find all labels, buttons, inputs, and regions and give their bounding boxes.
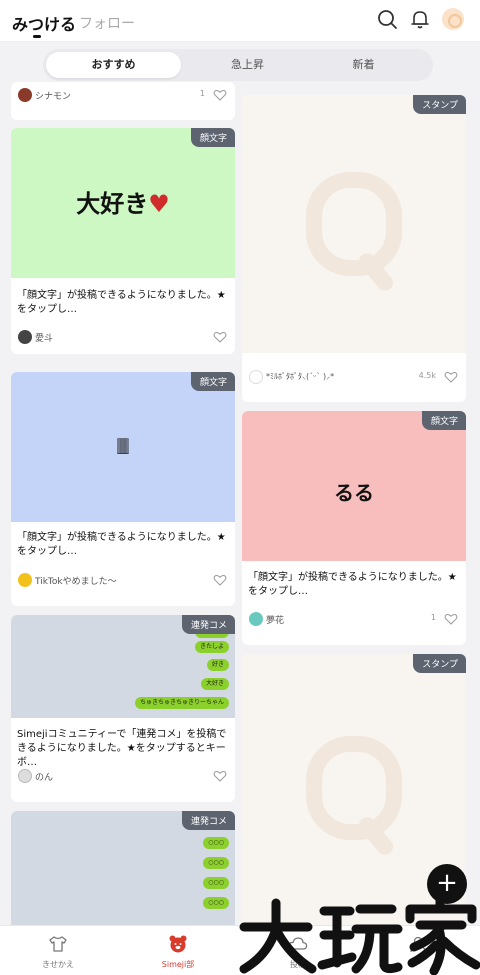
comment-bubble: ○○○ — [203, 837, 229, 849]
category-badge: スタンプ — [413, 654, 466, 673]
post-thumbnail[interactable]: るる — [242, 411, 466, 561]
tab-follow[interactable]: フォロー — [79, 13, 135, 33]
like-count: 4.5k — [418, 371, 436, 380]
avatar[interactable] — [442, 8, 464, 30]
heart-icon[interactable] — [213, 573, 227, 587]
post-description: 「顔文字」が投稿できるようになりました。★をタップし… — [248, 572, 457, 597]
heart-icon[interactable] — [444, 612, 458, 626]
user-name[interactable]: 夢花 — [266, 613, 284, 626]
user-name[interactable]: 愛斗 — [35, 331, 53, 344]
category-badge: 連発コメ — [181, 615, 235, 634]
like-count: 1 — [430, 613, 436, 622]
kaomoji-text: 大好き — [76, 190, 149, 218]
shirt-icon — [49, 936, 67, 952]
post-description: Simejiコミュニティーで「連発コメ」を投稿できるようになりました。★をタップ… — [17, 729, 227, 768]
user-name[interactable]: TikTokやめました〜 — [35, 574, 117, 587]
post-meta: 愛斗 — [18, 329, 227, 345]
search-icon[interactable] — [376, 8, 398, 30]
nav-label: Simeji部 — [161, 960, 195, 969]
post-thumbnail[interactable]: 大好き♥ — [11, 128, 235, 278]
post-meta: 夢花 1 — [249, 611, 458, 627]
category-badge: 連発コメ — [181, 811, 235, 830]
bear-icon — [169, 935, 187, 953]
comment-bubble: ○○○ — [203, 897, 229, 909]
post-meta: シナモン 1 — [18, 87, 227, 103]
post-card-renpatsu[interactable]: 愛してる きたしよ 好き 大好き ちゅきちゅきちゅきりーちゃん 連発コメ Sim… — [11, 615, 235, 802]
bell-icon[interactable] — [409, 8, 431, 30]
post-card-kaomoji[interactable]: るる 顔文字 「顔文字」が投稿できるようになりました。★をタップし… 夢花 1 — [242, 411, 466, 645]
heart-icon[interactable] — [213, 88, 227, 102]
top-header: みつける フォロー — [0, 0, 480, 42]
user-avatar[interactable] — [249, 370, 263, 384]
nav-simeji-club[interactable]: Simeji部 — [130, 926, 226, 975]
user-avatar[interactable] — [18, 573, 32, 587]
user-avatar[interactable] — [249, 612, 263, 626]
stamp-placeholder-icon — [306, 172, 402, 276]
category-badge: 顔文字 — [190, 128, 235, 147]
like-count: 1 — [199, 89, 205, 98]
post-card-partial[interactable]: シナモン 1 — [11, 82, 235, 120]
nav-label: きせかえ — [42, 960, 74, 969]
user-name[interactable]: シナモン — [35, 89, 71, 102]
post-thumbnail[interactable] — [242, 95, 466, 353]
comment-bubble: ちゅきちゅきちゅきりーちゃん — [134, 697, 229, 709]
post-card-kaomoji[interactable]: 大好き♥ 顔文字 「顔文字」が投稿できるようになりました。★をタップし… 愛斗 — [11, 128, 235, 354]
feed-segment-control: おすすめ 急上昇 新着 — [43, 49, 433, 81]
heart-icon[interactable] — [213, 330, 227, 344]
post-card-renpatsu[interactable]: ○○○ ○○○ ○○○ ○○○ 連発コメ — [11, 811, 235, 925]
watermark-logo — [239, 894, 480, 975]
post-meta: のん — [18, 768, 227, 784]
comment-bubble: 好き — [206, 659, 229, 671]
segment-recommended[interactable]: おすすめ — [46, 52, 181, 78]
comment-bubble: きたしよ — [194, 641, 229, 653]
kaomoji-art: 大好き♥ — [11, 184, 235, 219]
nav-kisekae[interactable]: きせかえ — [10, 926, 106, 975]
heart-icon[interactable] — [444, 370, 458, 384]
post-meta: *ﾐﾙﾎﾞﾀﾎﾞﾀ⸜(ˊᵕˋ )⸝* 4.5k — [249, 369, 458, 385]
post-description: 「顔文字」が投稿できるようになりました。★をタップし… — [17, 532, 226, 557]
heart-art: ♥ — [148, 190, 170, 218]
tab-discover[interactable]: みつける — [12, 11, 76, 35]
post-meta: TikTokやめました〜 — [18, 572, 227, 588]
stamp-placeholder-icon — [306, 736, 402, 840]
post-card-stamp[interactable]: スタンプ *ﾐﾙﾎﾞﾀﾎﾞﾀ⸜(ˊᵕˋ )⸝* 4.5k — [242, 95, 466, 402]
comment-bubble: ○○○ — [203, 877, 229, 889]
category-badge: 顔文字 — [190, 372, 235, 391]
comment-bubble: 大好き — [200, 678, 229, 690]
user-avatar[interactable] — [18, 769, 32, 783]
post-thumbnail[interactable]: 🀫 — [11, 372, 235, 522]
category-badge: スタンプ — [413, 95, 466, 114]
segment-new[interactable]: 新着 — [296, 52, 431, 78]
heart-icon[interactable] — [213, 769, 227, 783]
post-description: 「顔文字」が投稿できるようになりました。★をタップし… — [17, 290, 226, 315]
user-name[interactable]: *ﾐﾙﾎﾞﾀﾎﾞﾀ⸜(ˊᵕˋ )⸝* — [266, 371, 334, 382]
user-name[interactable]: のん — [35, 770, 53, 783]
user-avatar[interactable] — [18, 330, 32, 344]
post-card-kaomoji[interactable]: 🀫 顔文字 「顔文字」が投稿できるようになりました。★をタップし… TikTok… — [11, 372, 235, 606]
comment-bubble: ○○○ — [203, 857, 229, 869]
tab-indicator — [33, 35, 41, 38]
user-avatar[interactable] — [18, 88, 32, 102]
segment-trending[interactable]: 急上昇 — [180, 52, 315, 78]
kaomoji-art: るる — [334, 481, 374, 505]
kaomoji-art: 🀫 — [116, 436, 130, 455]
category-badge: 顔文字 — [421, 411, 466, 430]
